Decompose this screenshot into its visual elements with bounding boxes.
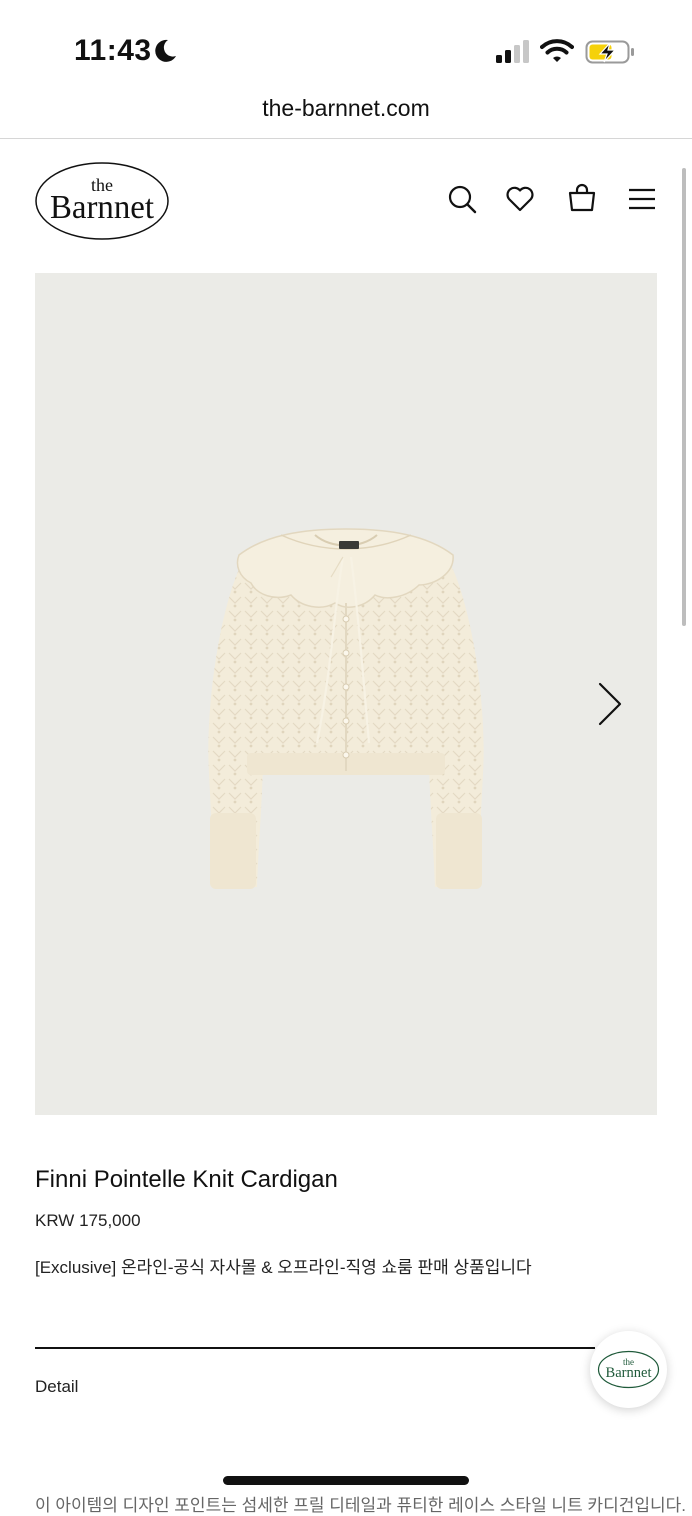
- logo-text-bottom: Barnnet: [50, 189, 155, 226]
- product-description: [Exclusive] 온라인-공식 자사몰 & 오프라인-직영 쇼룸 판매 상…: [35, 1258, 532, 1277]
- heart-icon[interactable]: [504, 183, 536, 215]
- url-divider: [0, 138, 692, 139]
- barnnet-logo[interactable]: the Barnnet: [33, 160, 171, 242]
- wifi-icon: [540, 39, 574, 62]
- detail-toggle[interactable]: Detail: [35, 1377, 78, 1397]
- page-scrollbar[interactable]: [682, 168, 686, 626]
- product-price: KRW 175,000: [35, 1211, 141, 1230]
- battery-charging-icon: [585, 40, 634, 64]
- shopping-bag-icon[interactable]: [566, 183, 598, 215]
- product-image[interactable]: [35, 273, 657, 1115]
- detail-text-cut: 이 아이템의 디자인 포인트는 섬세한 프릴 디테일과 퓨티한 레이스 스타일 …: [35, 1496, 686, 1515]
- status-bar: 11:43: [0, 0, 692, 95]
- search-icon[interactable]: [446, 183, 478, 215]
- cardigan-illustration: [208, 528, 484, 889]
- home-indicator[interactable]: [223, 1476, 469, 1485]
- chat-logo-icon: the Barnnet: [597, 1350, 660, 1389]
- chat-logo-text-bottom: Barnnet: [606, 1365, 653, 1381]
- menu-icon[interactable]: [626, 183, 658, 215]
- moon-icon: [155, 39, 176, 62]
- chat-button[interactable]: the Barnnet: [590, 1331, 667, 1408]
- detail-divider: [35, 1347, 595, 1349]
- status-time: 11:43: [74, 34, 152, 67]
- browser-url[interactable]: the-barnnet.com: [0, 95, 692, 122]
- cellular-signal-icon: [496, 40, 529, 63]
- product-name: Finni Pointelle Knit Cardigan: [35, 1166, 338, 1193]
- chevron-right-icon[interactable]: [594, 680, 626, 728]
